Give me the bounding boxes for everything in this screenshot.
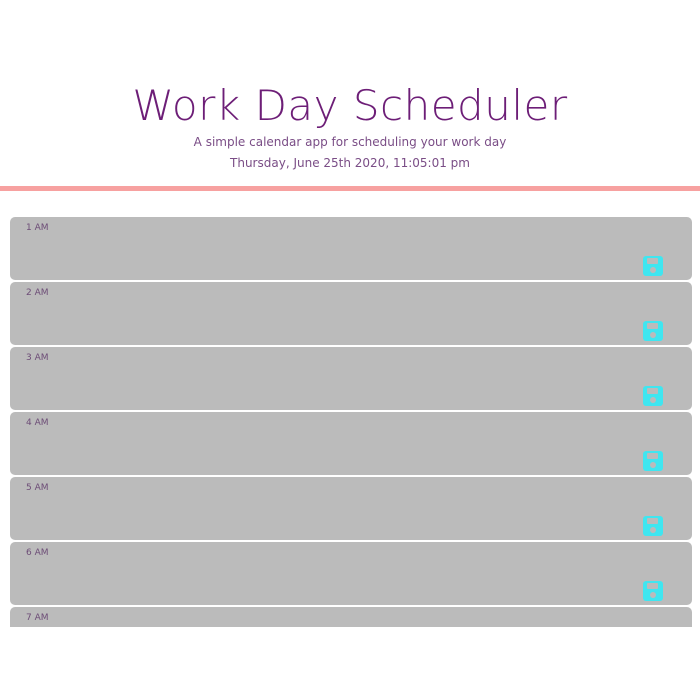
save-button[interactable]: [642, 320, 664, 342]
event-description-input[interactable]: [70, 286, 630, 340]
page-title: Work Day Scheduler: [132, 81, 568, 130]
page-header: Work Day Scheduler A simple calendar app…: [0, 0, 700, 186]
hour-label: 7 AM: [26, 613, 49, 623]
event-description-input[interactable]: [70, 351, 630, 405]
hour-label: 1 AM: [26, 223, 49, 233]
save-button[interactable]: [642, 515, 664, 537]
save-button[interactable]: [642, 385, 664, 407]
save-button[interactable]: [642, 450, 664, 472]
floppy-disk-icon: [643, 386, 663, 406]
page-subtitle: A simple calendar app for scheduling you…: [193, 135, 507, 149]
floppy-disk-icon: [643, 451, 663, 471]
time-block: 5 AM: [10, 477, 692, 540]
schedule-container: 1 AM 2 AM 3 AM 4 AM 5 AM 6 AM 7 AM: [10, 217, 692, 627]
hour-label: 3 AM: [26, 353, 49, 363]
event-description-input[interactable]: [70, 221, 630, 275]
scheduler-page: Work Day Scheduler A simple calendar app…: [0, 0, 700, 700]
hour-label: 4 AM: [26, 418, 49, 428]
time-block: 1 AM: [10, 217, 692, 280]
save-button[interactable]: [642, 580, 664, 602]
floppy-disk-icon: [643, 581, 663, 601]
time-block: 7 AM: [10, 607, 692, 627]
save-button[interactable]: [642, 255, 664, 277]
current-date-time: Thursday, June 25th 2020, 11:05:01 pm: [230, 156, 470, 170]
event-description-input[interactable]: [70, 481, 630, 535]
hour-label: 6 AM: [26, 548, 49, 558]
time-block: 3 AM: [10, 347, 692, 410]
time-block: 4 AM: [10, 412, 692, 475]
time-block: 6 AM: [10, 542, 692, 605]
floppy-disk-icon: [643, 256, 663, 276]
header-divider: [0, 186, 700, 191]
event-description-input[interactable]: [70, 611, 630, 627]
event-description-input[interactable]: [70, 416, 630, 470]
time-block: 2 AM: [10, 282, 692, 345]
floppy-disk-icon: [643, 516, 663, 536]
event-description-input[interactable]: [70, 546, 630, 600]
hour-label: 5 AM: [26, 483, 49, 493]
hour-label: 2 AM: [26, 288, 49, 298]
floppy-disk-icon: [643, 321, 663, 341]
